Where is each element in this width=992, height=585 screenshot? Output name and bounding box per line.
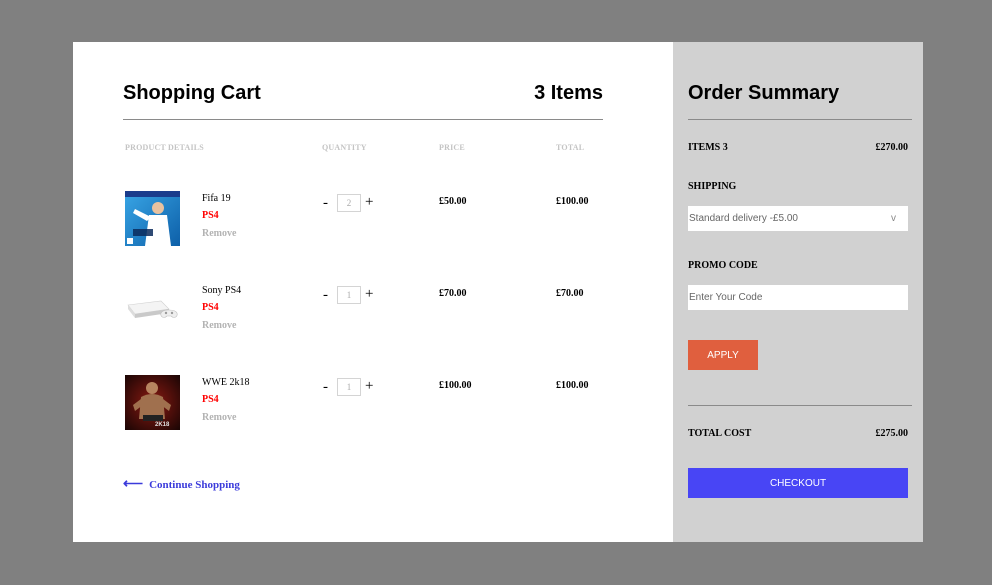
order-summary-panel: Order Summary ITEMS 3 £270.00 SHIPPING S… <box>673 42 923 542</box>
apply-promo-button[interactable]: APPLY <box>688 340 758 370</box>
order-summary-title: Order Summary <box>688 82 840 104</box>
continue-shopping-label: Continue Shopping <box>149 479 240 491</box>
decrease-quantity-button[interactable]: - <box>323 195 328 212</box>
item-total: £100.00 <box>556 196 589 207</box>
decrease-quantity-button[interactable]: - <box>323 287 328 304</box>
svg-text:2K18: 2K18 <box>155 422 170 428</box>
wwe-2k18-cover-image: 2K18 <box>125 375 180 430</box>
product-platform: PS4 <box>202 302 219 313</box>
increase-quantity-button[interactable]: + <box>365 194 373 211</box>
checkout-card: Shopping Cart 3 Items PRODUCT DETAILS QU… <box>73 42 923 542</box>
cart-divider <box>123 119 603 120</box>
quantity-input[interactable] <box>337 378 361 396</box>
remove-item-button[interactable]: Remove <box>202 228 236 239</box>
remove-item-button[interactable]: Remove <box>202 412 236 423</box>
total-cost-label: TOTAL COST <box>688 428 752 439</box>
product-platform: PS4 <box>202 394 219 405</box>
quantity-input[interactable] <box>337 286 361 304</box>
sony-ps4-console-image <box>125 283 180 338</box>
promo-code-label: PROMO CODE <box>688 260 758 271</box>
promo-code-input[interactable] <box>688 285 908 310</box>
increase-quantity-button[interactable]: + <box>365 286 373 303</box>
quantity-input[interactable] <box>337 194 361 212</box>
continue-shopping-link[interactable]: ⟵ Continue Shopping <box>123 476 240 493</box>
product-name: WWE 2k18 <box>202 377 250 388</box>
cart-row: Fifa 19 PS4 Remove - + £50.00 £100.00 <box>73 191 673 251</box>
column-header-price: PRICE <box>439 143 465 152</box>
item-price: £50.00 <box>439 196 467 207</box>
summary-divider-bottom <box>688 405 912 406</box>
cart-item-count: 3 Items <box>534 82 603 104</box>
item-total: £100.00 <box>556 380 589 391</box>
cart-row: Sony PS4 PS4 Remove - + £70.00 £70.00 <box>73 283 673 343</box>
decrease-quantity-button[interactable]: - <box>323 379 328 396</box>
cart-title: Shopping Cart <box>123 82 261 104</box>
column-header-total: TOTAL <box>556 143 585 152</box>
shopping-cart-panel: Shopping Cart 3 Items PRODUCT DETAILS QU… <box>73 42 673 542</box>
increase-quantity-button[interactable]: + <box>365 378 373 395</box>
total-cost-value: £275.00 <box>875 428 909 439</box>
shipping-label: SHIPPING <box>688 181 737 192</box>
product-name: Fifa 19 <box>202 193 231 204</box>
product-platform: PS4 <box>202 210 219 221</box>
summary-divider-top <box>688 119 912 120</box>
item-total: £70.00 <box>556 288 584 299</box>
items-count-label: ITEMS 3 <box>688 142 728 153</box>
shipping-selected-value: Standard delivery -£5.00 <box>689 213 798 224</box>
product-name: Sony PS4 <box>202 285 242 296</box>
remove-item-button[interactable]: Remove <box>202 320 236 331</box>
item-price: £70.00 <box>439 288 467 299</box>
item-price: £100.00 <box>439 380 472 391</box>
checkout-button[interactable]: CHECKOUT <box>688 468 908 498</box>
fifa-19-cover-image <box>125 191 180 246</box>
left-arrow-icon: ⟵ <box>123 477 144 492</box>
items-subtotal-value: £270.00 <box>875 142 909 153</box>
column-header-quantity: QUANTITY <box>322 143 367 152</box>
cart-row: 2K18 WWE 2k18 PS4 Remove - + £100.00 £10… <box>73 375 673 435</box>
shipping-select[interactable]: Standard delivery -£5.00 v <box>688 206 908 231</box>
column-header-product: PRODUCT DETAILS <box>125 143 204 152</box>
chevron-down-icon: v <box>891 213 896 224</box>
